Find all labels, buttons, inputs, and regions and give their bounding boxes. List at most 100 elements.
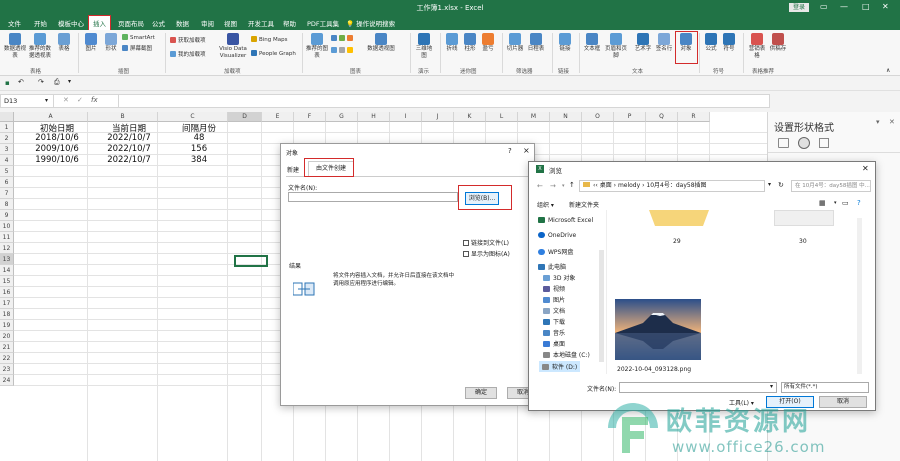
equation-button[interactable]: 公式 bbox=[703, 33, 719, 53]
menu-developer[interactable]: 开发工具 bbox=[248, 18, 274, 28]
cell-b4[interactable]: 2022/10/7 bbox=[94, 155, 164, 165]
column-header-d[interactable]: D bbox=[228, 112, 262, 122]
file-type-select[interactable]: 所有文件(*.*) bbox=[781, 382, 869, 393]
column-header-e[interactable]: E bbox=[262, 112, 294, 122]
column-header-j[interactable]: J bbox=[422, 112, 454, 122]
column-header-q[interactable]: Q bbox=[646, 112, 678, 122]
refresh-icon[interactable]: ↻ bbox=[778, 181, 784, 189]
column-header-o[interactable]: O bbox=[582, 112, 614, 122]
cell-c4[interactable]: 384 bbox=[164, 155, 234, 165]
maximize-icon[interactable]: □ bbox=[862, 2, 870, 11]
row-header-16[interactable]: 16 bbox=[0, 287, 14, 298]
cell-c3[interactable]: 156 bbox=[164, 144, 234, 154]
cell-b3[interactable]: 2022/10/7 bbox=[94, 144, 164, 154]
menu-file[interactable]: 文件 bbox=[8, 18, 21, 28]
cell-c2[interactable]: 48 bbox=[164, 133, 234, 143]
forward-icon[interactable]: → bbox=[550, 182, 556, 190]
column-header-c[interactable]: C bbox=[158, 112, 228, 122]
nav-local-disk-c[interactable]: 本地磁盘 (C:) bbox=[543, 350, 590, 359]
nav-microsoft-excel[interactable]: Microsoft Excel bbox=[538, 217, 593, 224]
menu-insert[interactable]: 插入 bbox=[88, 15, 111, 31]
column-header-l[interactable]: L bbox=[486, 112, 518, 122]
file-name-dropdown-icon[interactable]: ▾ bbox=[770, 383, 773, 390]
3d-map-button[interactable]: 三维地图 bbox=[414, 33, 434, 59]
nav-software-d[interactable]: 软件 (D:) bbox=[539, 361, 581, 372]
get-addins-button[interactable]: 获取加载项 bbox=[170, 36, 206, 44]
cell-a4[interactable]: 1990/10/6 bbox=[20, 155, 94, 165]
view-options-icon[interactable]: ▦ bbox=[819, 199, 826, 207]
folder-29-label[interactable]: 29 bbox=[673, 238, 681, 245]
visio-button[interactable]: Visio Data Visualizer bbox=[218, 33, 248, 59]
symbol-button[interactable]: 符号 bbox=[721, 33, 737, 53]
help-icon[interactable]: ? bbox=[857, 199, 861, 207]
fx-icon[interactable]: fx bbox=[91, 96, 98, 104]
recommended-charts-button[interactable]: 推荐的图表 bbox=[306, 33, 328, 59]
undo-icon[interactable]: ↶ bbox=[18, 78, 24, 86]
column-header-i[interactable]: I bbox=[390, 112, 422, 122]
row-header-9[interactable]: 9 bbox=[0, 210, 14, 221]
redo-icon[interactable]: ↷ bbox=[38, 78, 44, 86]
pane-options-icon[interactable]: ▾ bbox=[876, 118, 880, 126]
size-properties-icon[interactable] bbox=[819, 138, 829, 148]
supply-button[interactable]: 供稿存 bbox=[768, 33, 788, 53]
pane-close-icon[interactable]: ✕ bbox=[889, 118, 895, 126]
my-addins-button[interactable]: 我的加载项 bbox=[170, 50, 206, 58]
row-header-13[interactable]: 13 bbox=[0, 254, 14, 265]
row-header-18[interactable]: 18 bbox=[0, 309, 14, 320]
nav-downloads[interactable]: 下载 bbox=[543, 317, 565, 326]
nav-pictures[interactable]: 图片 bbox=[543, 295, 565, 304]
row-header-21[interactable]: 21 bbox=[0, 342, 14, 353]
sparkline-line-button[interactable]: 折线 bbox=[444, 33, 460, 53]
slicer-button[interactable]: 切片器 bbox=[506, 33, 524, 53]
row-header-20[interactable]: 20 bbox=[0, 331, 14, 342]
marketing-table-button[interactable]: 营销表格 bbox=[747, 33, 767, 59]
link-to-file-checkbox[interactable]: 链接到文件(L) bbox=[463, 238, 509, 247]
textbox-button[interactable]: 文本框 bbox=[583, 33, 601, 53]
path-desktop[interactable]: ‹‹ 桌面 bbox=[593, 182, 612, 189]
sparkline-column-button[interactable]: 柱形 bbox=[462, 33, 478, 53]
recommended-pivot-button[interactable]: 推荐的数据透视表 bbox=[28, 33, 52, 59]
file-scrollbar[interactable] bbox=[857, 218, 862, 374]
tab-new[interactable]: 新建 bbox=[287, 165, 299, 174]
confirm-entry-icon[interactable]: ✓ bbox=[77, 96, 83, 104]
menu-search[interactable]: 💡 操作说明搜索 bbox=[346, 18, 395, 28]
view-dropdown-icon[interactable]: ▾ bbox=[834, 200, 837, 206]
column-header-m[interactable]: M bbox=[518, 112, 550, 122]
column-header-h[interactable]: H bbox=[358, 112, 390, 122]
cell-a3[interactable]: 2009/10/6 bbox=[20, 144, 94, 154]
chart-types-row-2[interactable] bbox=[331, 47, 355, 54]
browse-button[interactable]: 浏览(B)... bbox=[465, 192, 499, 205]
menu-formulas[interactable]: 公式 bbox=[152, 18, 165, 28]
help-icon[interactable]: ? bbox=[508, 147, 512, 155]
nav-videos[interactable]: 视频 bbox=[543, 284, 565, 293]
column-header-g[interactable]: G bbox=[326, 112, 358, 122]
close-icon[interactable]: ✕ bbox=[882, 2, 889, 11]
column-header-a[interactable]: A bbox=[14, 112, 88, 122]
row-header-3[interactable]: 3 bbox=[0, 144, 14, 155]
row-header-5[interactable]: 5 bbox=[0, 166, 14, 177]
formula-input[interactable] bbox=[121, 96, 761, 106]
fill-line-icon[interactable] bbox=[778, 138, 789, 148]
row-header-2[interactable]: 2 bbox=[0, 133, 14, 144]
shapes-button[interactable]: 形状 bbox=[102, 33, 120, 53]
smartart-button[interactable]: SmartArt bbox=[122, 34, 155, 41]
ok-button[interactable]: 确定 bbox=[465, 387, 497, 399]
link-button[interactable]: 链接 bbox=[556, 33, 574, 53]
row-header-22[interactable]: 22 bbox=[0, 353, 14, 364]
table-button[interactable]: 表格 bbox=[56, 33, 72, 53]
column-header-f[interactable]: F bbox=[294, 112, 326, 122]
path-melody[interactable]: melody bbox=[618, 182, 640, 189]
pictures-button[interactable]: 图片 bbox=[82, 33, 100, 53]
address-bar[interactable]: ‹‹ 桌面 › melody › 10月4号：day58插图 bbox=[579, 180, 765, 192]
customize-qat-icon[interactable]: ▾ bbox=[68, 78, 71, 85]
name-box-dropdown-icon[interactable]: ▾ bbox=[45, 97, 48, 104]
object-dialog-close-icon[interactable]: × bbox=[523, 146, 530, 155]
row-header-19[interactable]: 19 bbox=[0, 320, 14, 331]
row-header-8[interactable]: 8 bbox=[0, 199, 14, 210]
nav-scrollbar[interactable] bbox=[599, 250, 604, 362]
display-as-icon-checkbox[interactable]: 显示为图标(A) bbox=[463, 249, 510, 258]
row-header-6[interactable]: 6 bbox=[0, 177, 14, 188]
timeline-button[interactable]: 日程表 bbox=[526, 33, 546, 53]
cancel-entry-icon[interactable]: ✕ bbox=[63, 96, 69, 104]
folder-30-label[interactable]: 30 bbox=[799, 238, 807, 245]
